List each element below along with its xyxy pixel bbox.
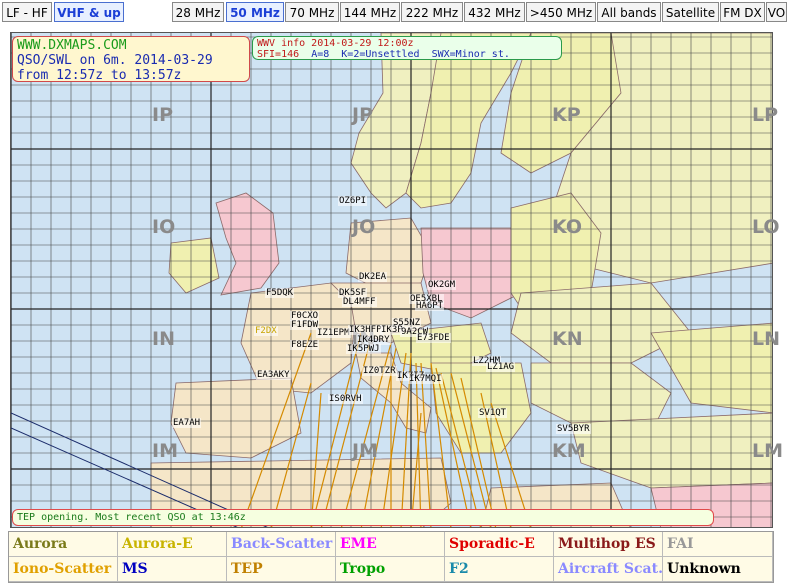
grid-label-in: IN xyxy=(152,328,175,350)
tab-432-mhz[interactable]: 432 MHz xyxy=(464,2,525,22)
legend-tep: TEP xyxy=(227,557,336,582)
grid-label-ko: KO xyxy=(552,216,583,238)
callsign-label[interactable]: F8EZE xyxy=(290,340,320,350)
grid-label-jp: JP xyxy=(352,104,373,126)
legend-eme: EME xyxy=(336,532,445,557)
callsign-label[interactable]: EA3AKY xyxy=(256,370,291,380)
grid-label-lm: LM xyxy=(752,440,784,462)
callsign-label[interactable]: IK3HFP xyxy=(348,325,383,335)
tab-satellite[interactable]: Satellite xyxy=(662,2,719,22)
grid-label-km: KM xyxy=(552,440,586,462)
time-range: from 12:57z to 13:57z xyxy=(17,68,182,83)
map-svg xyxy=(11,33,772,527)
legend-iono-scatter: Iono-Scatter xyxy=(9,557,118,582)
tab-222-mhz[interactable]: 222 MHz xyxy=(401,2,463,22)
band-date: QSO/SWL on 6m. 2014-03-29 xyxy=(17,53,213,68)
callsign-label[interactable]: SV5BYR xyxy=(556,424,591,434)
status-text: TEP opening. Most recent QSO at 13:46z xyxy=(17,512,246,523)
callsign-label[interactable]: F1FDW xyxy=(290,320,320,330)
grid-label-jm: JM xyxy=(352,440,378,462)
legend-f2: F2 xyxy=(445,557,554,582)
callsign-label[interactable]: OK2GM xyxy=(427,280,457,290)
wwv-swx: SWX=Minor st. xyxy=(431,49,510,60)
wwv-sfi: SFI=146 xyxy=(257,49,300,60)
legend-tropo: Tropo xyxy=(336,557,445,582)
wwv-k: K=2=Unsettled xyxy=(341,49,420,60)
tab-450-mhz[interactable]: >450 MHz xyxy=(526,2,596,22)
callsign-label[interactable]: IK5PWJ xyxy=(346,344,381,354)
grid-label-ln: LN xyxy=(752,328,781,350)
callsign-label[interactable]: OZ6PI xyxy=(338,196,368,206)
mode-legend: Aurora Aurora-E Back-Scatter EME Sporadic-E M… xyxy=(8,531,774,583)
callsign-label[interactable]: DL4MFF xyxy=(342,297,377,307)
callsign-label[interactable]: HA6PT xyxy=(415,301,445,311)
grid-label-kp: KP xyxy=(552,104,581,126)
callsign-label[interactable]: IS0RVH xyxy=(328,394,363,404)
legend-ms: MS xyxy=(118,557,227,582)
status-bar: TEP opening. Most recent QSO at 13:46z xyxy=(12,509,714,526)
legend-sporadic-e: Sporadic-E xyxy=(445,532,554,557)
grid-label-ip: IP xyxy=(152,104,173,126)
tab-50-mhz[interactable]: 50 MHz xyxy=(226,2,284,22)
tab-28-mhz[interactable]: 28 MHz xyxy=(172,2,224,22)
tab-70-mhz[interactable]: 70 MHz xyxy=(285,2,339,22)
callsign-label[interactable]: E73FDE xyxy=(416,333,451,343)
legend-unknown: Unknown xyxy=(663,557,773,582)
grid-label-lo: LO xyxy=(752,216,780,238)
tab-lf-hf[interactable]: LF - HF xyxy=(2,2,52,22)
grid-label-jo: JO xyxy=(352,216,376,238)
map-info-box: WWW.DXMAPS.COM QSO/SWL on 6m. 2014-03-29… xyxy=(12,36,250,83)
callsign-label[interactable]: IK7MQI xyxy=(408,374,443,384)
legend-fai: FAI xyxy=(663,532,773,557)
legend-aircraft-scat: Aircraft Scat. xyxy=(554,557,663,582)
legend-aurora: Aurora xyxy=(9,532,118,557)
wwv-info-box: WWV info 2014-03-29 12:00z SFI=146 A=8 K… xyxy=(252,36,562,60)
tab-all-bands[interactable]: All bands xyxy=(597,2,661,22)
land-britain xyxy=(215,192,280,296)
legend-back-scatter: Back-Scatter xyxy=(227,532,336,557)
tab-vhf-up[interactable]: VHF & up xyxy=(54,2,124,22)
grid-label-io: IO xyxy=(152,216,176,238)
callsign-label[interactable]: F5DQK xyxy=(265,288,295,298)
land-turkey xyxy=(570,412,772,489)
legend-aurora-e: Aurora-E xyxy=(118,532,227,557)
grid-label-lp: LP xyxy=(752,104,779,126)
map[interactable] xyxy=(10,32,773,528)
grid-label-kn: KN xyxy=(552,328,583,350)
callsign-label[interactable]: IZ1EPM xyxy=(316,328,351,338)
band-tabs: LF - HF VHF & up 28 MHz 50 MHz 70 MHz 144 MHz… xyxy=(0,0,787,26)
callsign-label[interactable]: LZ1AG xyxy=(486,362,516,372)
tab-fm-dx[interactable]: FM DX xyxy=(720,2,765,22)
callsign-label[interactable]: IZ0TZR xyxy=(362,366,397,376)
callsign-label[interactable]: DK2EA xyxy=(358,272,388,282)
callsign-label[interactable]: F2DX xyxy=(254,326,278,336)
tab-vo[interactable]: VO xyxy=(766,2,787,22)
callsign-label[interactable]: EA7AH xyxy=(172,418,202,428)
legend-multihop-es: Multihop ES xyxy=(554,532,663,557)
wwv-title: WWV info 2014-03-29 12:00z xyxy=(257,38,414,49)
grid-label-im: IM xyxy=(152,440,178,462)
site-name: WWW.DXMAPS.COM xyxy=(17,38,127,53)
callsign-label[interactable]: SV1QT xyxy=(478,408,508,418)
wwv-a: A=8 xyxy=(311,49,330,60)
tab-144-mhz[interactable]: 144 MHz xyxy=(340,2,400,22)
